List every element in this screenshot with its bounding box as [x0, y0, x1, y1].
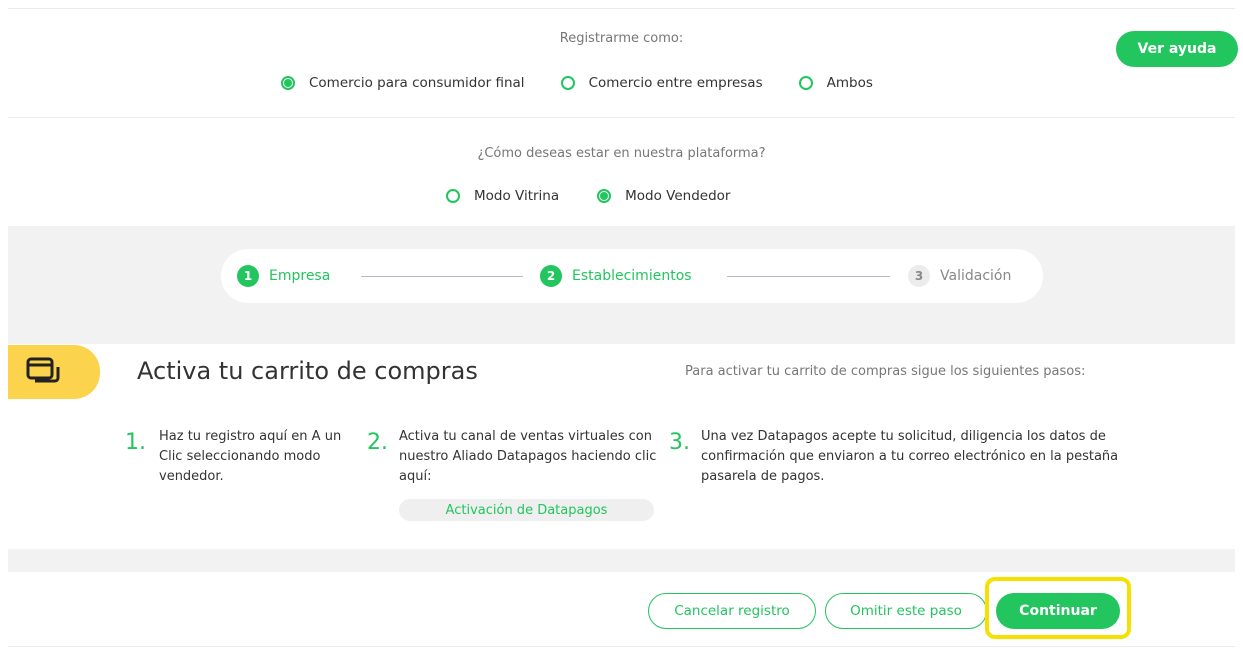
top-divider — [8, 8, 1235, 9]
datapagos-link[interactable]: Activación de Datapagos — [399, 499, 654, 521]
step-validacion[interactable]: 3 Validación — [908, 265, 1011, 287]
platform-options: Modo Vitrina Modo Vendedor — [446, 188, 730, 204]
option-label: Ambos — [826, 75, 873, 91]
option-label: Comercio para consumidor final — [309, 75, 525, 91]
step-number: 1 — [237, 265, 259, 287]
radio-empty-icon[interactable] — [446, 189, 460, 203]
step-label: Empresa — [269, 268, 331, 284]
card-intro: Para activar tu carrito de compras sigue… — [685, 364, 1086, 379]
bottom-divider — [8, 646, 1235, 647]
radio-selected-icon[interactable] — [597, 189, 612, 203]
step-2-text: Activa tu canal de ventas virtuales con … — [399, 429, 657, 484]
radio-empty-icon[interactable] — [560, 76, 575, 90]
continue-highlight — [985, 577, 1131, 639]
step-2-number: 2. — [367, 430, 388, 455]
step-label: Validación — [940, 268, 1012, 284]
cart-window-icon — [26, 357, 60, 383]
step-3-text: Una vez Datapagos acepte tu solicitud, d… — [701, 429, 1119, 484]
step-number: 3 — [908, 265, 930, 287]
cancel-registration-button[interactable]: Cancelar registro — [648, 593, 816, 629]
register-options: Comercio para consumidor final Comercio … — [281, 75, 873, 91]
step-connector — [727, 276, 890, 277]
platform-option-vitrina[interactable]: Modo Vitrina — [446, 188, 559, 204]
platform-option-vendedor[interactable]: Modo Vendedor — [597, 188, 730, 204]
radio-empty-icon[interactable] — [798, 76, 813, 90]
radio-selected-icon[interactable] — [281, 76, 295, 90]
option-label: Modo Vitrina — [474, 188, 560, 204]
step-connector — [361, 276, 523, 277]
section-divider — [8, 117, 1235, 118]
option-label: Modo Vendedor — [625, 188, 731, 204]
progress-stepper: 1 Empresa 2 Establecimientos 3 Validació… — [221, 249, 1043, 303]
option-label: Comercio entre empresas — [588, 75, 763, 91]
register-option-consumer[interactable]: Comercio para consumidor final — [281, 75, 525, 91]
step-number: 2 — [540, 265, 562, 287]
step-1-text: Haz tu registro aquí en A un Clic selecc… — [159, 429, 342, 484]
card-title: Activa tu carrito de compras — [137, 357, 478, 385]
register-option-b2b[interactable]: Comercio entre empresas — [560, 75, 763, 91]
register-question: Registrarme como: — [559, 31, 684, 46]
step-label: Establecimientos — [572, 268, 692, 284]
platform-question: ¿Cómo deseas estar en nuestra plataforma… — [477, 146, 766, 161]
step-establecimientos[interactable]: 2 Establecimientos — [540, 265, 692, 287]
step-3-number: 3. — [669, 430, 690, 455]
help-button[interactable]: Ver ayuda — [1116, 31, 1238, 67]
skip-step-button[interactable]: Omitir este paso — [825, 593, 987, 629]
step-empresa[interactable]: 1 Empresa — [237, 265, 330, 287]
register-option-both[interactable]: Ambos — [798, 75, 873, 91]
step-1-number: 1. — [125, 430, 146, 455]
